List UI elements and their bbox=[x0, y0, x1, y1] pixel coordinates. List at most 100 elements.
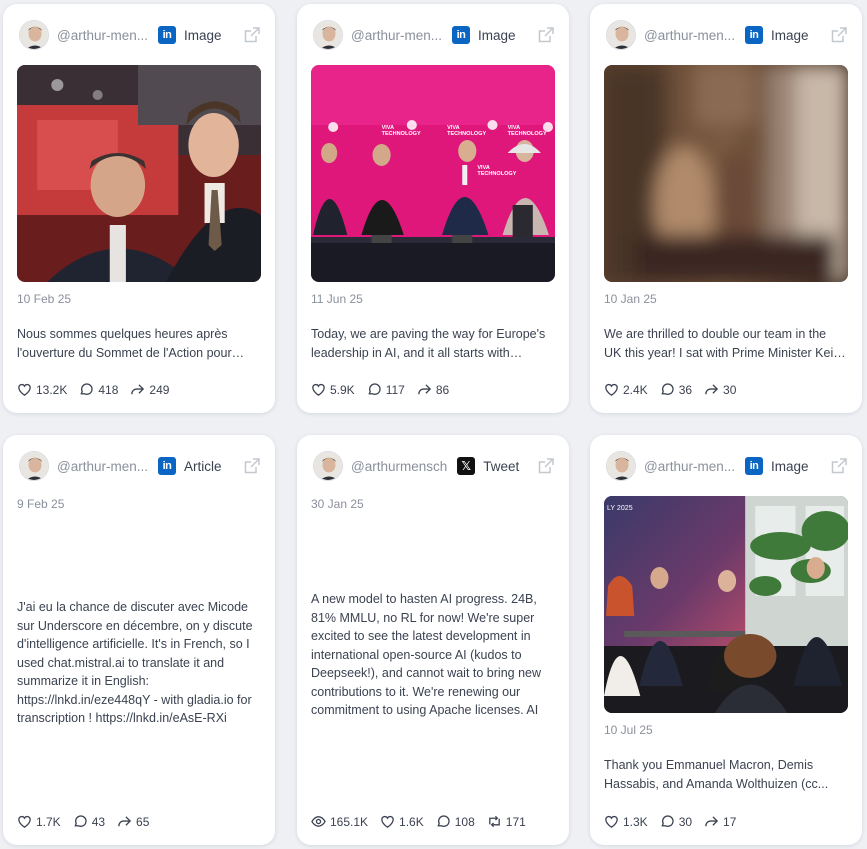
post-date: 11 Jun 25 bbox=[311, 292, 363, 306]
card-header: @arthur-men... in Image bbox=[606, 20, 848, 50]
comment-count: 36 bbox=[678, 382, 693, 397]
share-icon bbox=[705, 816, 719, 827]
post-card[interactable]: @arthurmensch 𝕏 Tweet 30 Jan 25 A new mo… bbox=[297, 435, 569, 845]
heart-icon bbox=[605, 815, 618, 828]
share-stat[interactable]: 30 bbox=[704, 382, 736, 397]
external-link-icon[interactable] bbox=[830, 457, 848, 475]
views-count: 165.1K bbox=[330, 814, 369, 829]
post-image[interactable]: LY 2025 bbox=[604, 496, 848, 713]
like-count: 1.7K bbox=[36, 814, 61, 829]
like-stat[interactable]: 13.2K bbox=[17, 382, 67, 397]
avatar[interactable] bbox=[313, 20, 343, 50]
post-card[interactable]: @arthur-men... in Image LY 2025 10 Jul 2… bbox=[590, 435, 862, 845]
like-stat[interactable]: 2.4K bbox=[604, 382, 648, 397]
post-type-label: Article bbox=[183, 458, 222, 474]
post-text[interactable]: A new model to hasten AI progress. 24B, … bbox=[311, 590, 553, 720]
author-handle[interactable]: @arthurmensch bbox=[351, 459, 447, 474]
post-date: 30 Jan 25 bbox=[311, 497, 364, 511]
author-handle[interactable]: @arthur-men... bbox=[644, 28, 735, 43]
post-card[interactable]: @arthur-men... in Image VIVA TECHNOLOGY V… bbox=[297, 4, 569, 413]
comment-count: 117 bbox=[385, 382, 405, 397]
banner-text: TECHNOLOGY bbox=[447, 131, 486, 137]
comment-icon bbox=[368, 383, 381, 395]
external-link-icon[interactable] bbox=[537, 457, 555, 475]
avatar[interactable] bbox=[313, 451, 343, 481]
engagement-stats: 1.3K 30 17 bbox=[604, 814, 736, 829]
post-card[interactable]: @arthur-men... in Article 9 Feb 25 J'ai … bbox=[3, 435, 275, 845]
like-stat[interactable]: 1.3K bbox=[604, 814, 648, 829]
comment-icon bbox=[661, 815, 674, 827]
like-count: 13.2K bbox=[36, 382, 68, 397]
heart-icon bbox=[18, 383, 31, 396]
post-card[interactable]: @arthur-men... in Image 10 Feb 25 Nous s bbox=[3, 4, 275, 413]
like-count: 2.4K bbox=[623, 382, 648, 397]
post-text[interactable]: We are thrilled to double our team in th… bbox=[604, 325, 846, 362]
avatar[interactable] bbox=[19, 20, 49, 50]
post-text[interactable]: J'ai eu la chance de discuter avec Micod… bbox=[17, 598, 259, 728]
banner-text: LY 2025 bbox=[607, 505, 633, 512]
share-stat[interactable]: 249 bbox=[130, 382, 169, 397]
like-count: 1.6K bbox=[399, 814, 424, 829]
share-stat[interactable]: 17 bbox=[704, 814, 736, 829]
comment-stat[interactable]: 30 bbox=[660, 814, 692, 829]
share-icon bbox=[118, 816, 132, 827]
share-count: 30 bbox=[723, 382, 737, 397]
author-handle[interactable]: @arthur-men... bbox=[351, 28, 442, 43]
author-handle[interactable]: @arthur-men... bbox=[57, 459, 148, 474]
post-type-label: Image bbox=[183, 27, 222, 43]
comment-stat[interactable]: 108 bbox=[436, 814, 475, 829]
external-link-icon[interactable] bbox=[243, 26, 261, 44]
like-count: 1.3K bbox=[623, 814, 648, 829]
share-stat[interactable]: 65 bbox=[117, 814, 149, 829]
linkedin-icon: in bbox=[744, 26, 763, 44]
post-date: 10 Jul 25 bbox=[604, 723, 653, 737]
share-stat[interactable]: 86 bbox=[417, 382, 449, 397]
post-text[interactable]: Today, we are paving the way for Europe'… bbox=[311, 325, 553, 362]
post-type-label: Image bbox=[477, 27, 516, 43]
post-type-label: Tweet bbox=[483, 458, 520, 474]
external-link-icon[interactable] bbox=[243, 457, 261, 475]
engagement-stats: 1.7K 43 65 bbox=[17, 814, 149, 829]
like-stat[interactable]: 1.6K bbox=[380, 814, 424, 829]
comment-count: 108 bbox=[454, 814, 475, 829]
like-stat[interactable]: 5.9K bbox=[311, 382, 355, 397]
post-image[interactable]: VIVA TECHNOLOGY VIVA TECHNOLOGY VIVA TECHNO… bbox=[311, 65, 555, 282]
post-image[interactable] bbox=[604, 65, 848, 282]
retweet-stat[interactable]: 171 bbox=[487, 814, 526, 829]
engagement-stats: 13.2K 418 249 bbox=[17, 382, 169, 397]
card-header: @arthurmensch 𝕏 Tweet bbox=[313, 451, 555, 481]
comment-stat[interactable]: 36 bbox=[660, 382, 692, 397]
comment-stat[interactable]: 418 bbox=[79, 382, 118, 397]
author-handle[interactable]: @arthur-men... bbox=[644, 459, 735, 474]
external-link-icon[interactable] bbox=[830, 26, 848, 44]
views-stat[interactable]: 165.1K bbox=[311, 814, 368, 829]
post-text[interactable]: Thank you Emmanuel Macron, Demis Hassabi… bbox=[604, 756, 846, 793]
banner-text: TECHNOLOGY bbox=[508, 131, 547, 137]
heart-icon bbox=[18, 815, 31, 828]
avatar[interactable] bbox=[19, 451, 49, 481]
comment-stat[interactable]: 43 bbox=[73, 814, 105, 829]
external-link-icon[interactable] bbox=[537, 26, 555, 44]
card-header: @arthur-men... in Image bbox=[313, 20, 555, 50]
post-type-label: Image bbox=[770, 458, 809, 474]
post-card[interactable]: @arthur-men... in Image 10 Jan 25 We are… bbox=[590, 4, 862, 413]
heart-icon bbox=[381, 815, 394, 828]
author-handle[interactable]: @arthur-men... bbox=[57, 28, 148, 43]
linkedin-icon: in bbox=[157, 457, 176, 475]
card-header: @arthur-men... in Image bbox=[606, 451, 848, 481]
share-count: 17 bbox=[723, 814, 737, 829]
post-text[interactable]: Nous sommes quelques heures après l'ouve… bbox=[17, 325, 259, 362]
linkedin-icon: in bbox=[157, 26, 176, 44]
share-count: 86 bbox=[435, 382, 450, 397]
post-date: 9 Feb 25 bbox=[17, 497, 65, 511]
like-count: 5.9K bbox=[330, 382, 355, 397]
share-icon bbox=[131, 384, 145, 395]
like-stat[interactable]: 1.7K bbox=[17, 814, 61, 829]
engagement-stats: 5.9K 117 86 bbox=[311, 382, 449, 397]
avatar[interactable] bbox=[606, 20, 636, 50]
comment-count: 418 bbox=[98, 382, 119, 397]
comment-stat[interactable]: 117 bbox=[367, 382, 405, 397]
engagement-stats: 165.1K 1.6K 108 171 bbox=[311, 814, 526, 829]
post-image[interactable] bbox=[17, 65, 261, 282]
avatar[interactable] bbox=[606, 451, 636, 481]
